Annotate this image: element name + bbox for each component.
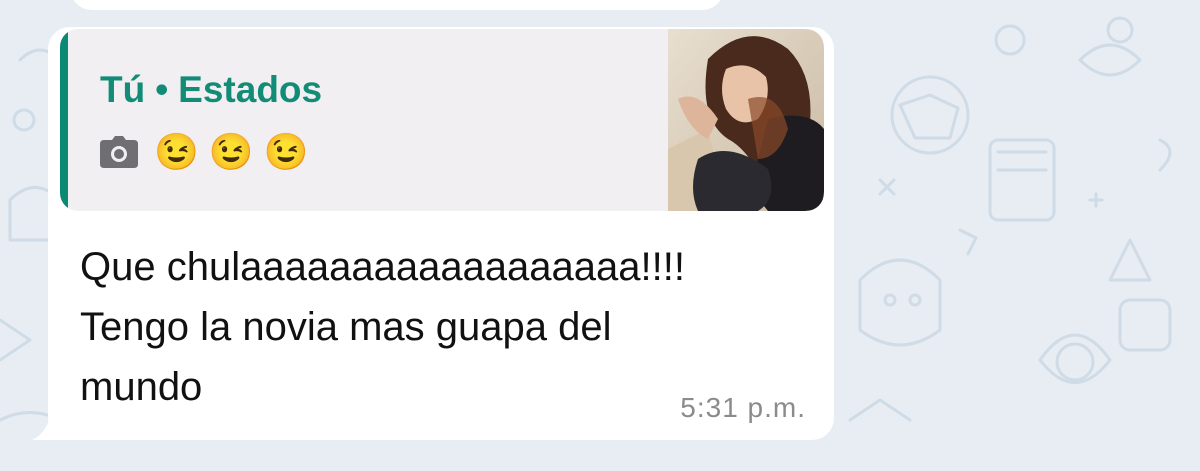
message-text: Que chulaaaaaaaaaaaaaaaaaa!!!! Tengo la …: [80, 237, 800, 417]
quote-author: Tú: [100, 69, 146, 110]
wink-emoji: 😉: [208, 131, 254, 172]
previous-message-bubble: [70, 0, 724, 10]
quote-header: Tú • Estados: [100, 69, 322, 111]
quote-source: Estados: [178, 69, 323, 110]
quote-caption: 😉 😉 😉: [100, 133, 318, 171]
quote-separator: •: [155, 69, 169, 110]
message-line: Tengo la novia mas guapa del: [80, 305, 612, 349]
quoted-status-reply[interactable]: Tú • Estados 😉 😉 😉: [60, 29, 824, 211]
wink-emoji: 😉: [263, 131, 309, 172]
message-timestamp: 5:31 p.m.: [680, 392, 806, 423]
camera-icon: [100, 136, 138, 168]
status-photo-thumbnail[interactable]: [668, 29, 824, 211]
message-line: Que chulaaaaaaaaaaaaaaaaaa!!!!: [80, 245, 685, 289]
incoming-message-bubble[interactable]: Tú • Estados 😉 😉 😉 Que chulaaaaaaaaaaaaa…: [48, 27, 834, 440]
wink-emoji: 😉: [154, 131, 199, 172]
quote-accent-bar: [60, 29, 68, 211]
